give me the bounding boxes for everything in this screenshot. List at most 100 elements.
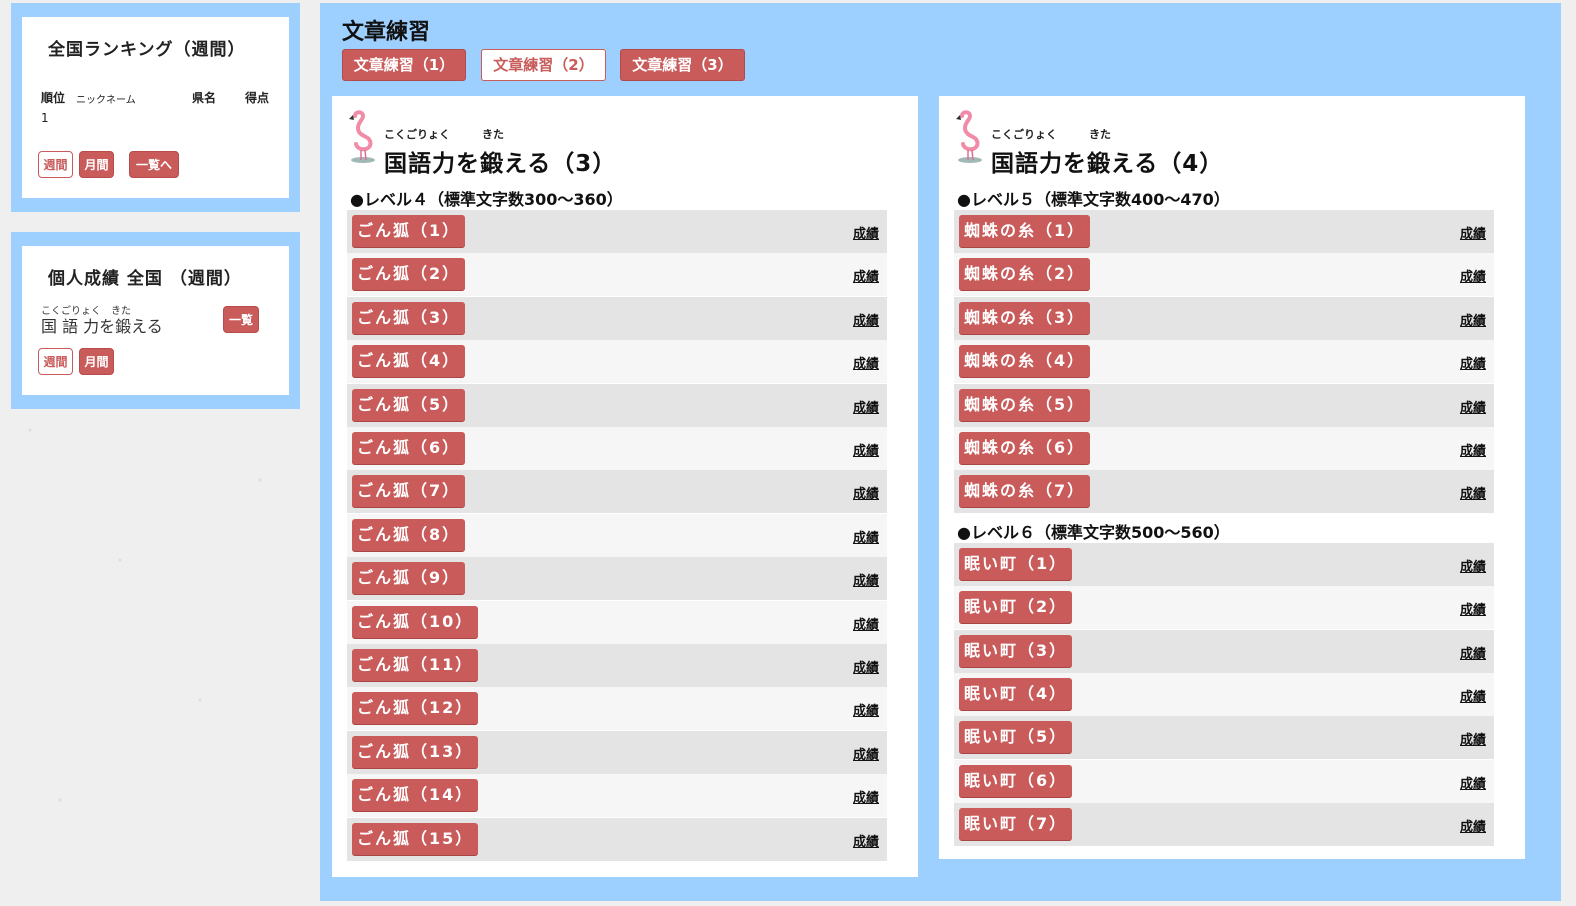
lesson-button[interactable]: 眠い町（4） — [959, 678, 1073, 710]
lesson-button[interactable]: 蜘蛛の糸（5） — [959, 388, 1091, 421]
lesson-button[interactable]: 眠い町（1） — [959, 547, 1073, 580]
lesson-row: ごん狐（7） 成績 — [347, 470, 887, 514]
lesson-row: 蜘蛛の糸（5） 成績 — [954, 383, 1494, 427]
lesson-row: 眠い町（2） 成績 — [954, 586, 1494, 630]
heading-ruby-a: こくごりょく — [384, 128, 450, 141]
rank-row: 1 — [41, 111, 49, 125]
lesson-button[interactable]: ごん狐（13） — [352, 735, 479, 768]
lesson-button[interactable]: ごん狐（11） — [352, 649, 479, 681]
lesson-button[interactable]: 眠い町（6） — [959, 764, 1073, 797]
lesson-button[interactable]: 眠い町（5） — [959, 721, 1073, 754]
prefecture-header: 県名 — [192, 91, 217, 105]
result-link[interactable]: 成績 — [1460, 483, 1486, 502]
result-link[interactable]: 成績 — [1460, 266, 1486, 285]
result-link[interactable]: 成績 — [1460, 397, 1486, 416]
weekly-button[interactable]: 週間 — [38, 151, 73, 178]
lesson-button[interactable]: 蜘蛛の糸（1） — [959, 215, 1091, 247]
lesson-row: ごん狐（14） 成績 — [347, 774, 887, 818]
lesson-button[interactable]: ごん狐（3） — [352, 301, 466, 334]
result-link[interactable]: 成績 — [1460, 686, 1486, 705]
lesson-button[interactable]: 眠い町（3） — [959, 634, 1073, 667]
heading-ruby-b: きた — [482, 128, 504, 141]
level-label: ●レベル４（標準文字数300～360） — [350, 190, 623, 209]
result-link[interactable]: 成績 — [853, 570, 879, 589]
result-link[interactable]: 成績 — [853, 831, 879, 850]
lesson-row: 蜘蛛の糸（7） 成績 — [954, 470, 1494, 514]
lesson-button[interactable]: 蜘蛛の糸（2） — [959, 258, 1091, 291]
lesson-row: ごん狐（9） 成績 — [347, 557, 887, 601]
result-link[interactable]: 成績 — [1460, 643, 1486, 662]
lesson-row: ごん狐（13） 成績 — [347, 730, 887, 774]
lesson-row: 蜘蛛の糸（6） 成績 — [954, 427, 1494, 470]
result-link[interactable]: 成績 — [853, 483, 879, 502]
result-link[interactable]: 成績 — [1460, 440, 1486, 459]
lesson-button[interactable]: ごん狐（1） — [352, 215, 466, 247]
result-link[interactable]: 成績 — [1460, 816, 1486, 835]
personal-score-box: 個人成績 全国 （週間） こくごりょく きた 国 語 力を鍛える 一覧 週間 月… — [11, 232, 300, 409]
result-link[interactable]: 成績 — [853, 657, 879, 676]
result-link[interactable]: 成績 — [1460, 353, 1486, 372]
lesson-button[interactable]: 蜘蛛の糸（6） — [959, 432, 1091, 464]
result-link[interactable]: 成績 — [1460, 223, 1486, 242]
flamingo-icon — [956, 110, 982, 163]
personal-monthly-button[interactable]: 月間 — [79, 348, 114, 375]
result-link[interactable]: 成績 — [853, 266, 879, 285]
result-link[interactable]: 成績 — [853, 700, 879, 719]
result-link[interactable]: 成績 — [853, 310, 879, 329]
lesson-button[interactable]: ごん狐（5） — [352, 388, 466, 421]
lesson-row: ごん狐（6） 成績 — [347, 427, 887, 470]
tab-practice-1[interactable]: 文章練習（1） — [342, 49, 466, 81]
result-link[interactable]: 成績 — [853, 527, 879, 546]
flamingo-icon — [349, 110, 375, 163]
lesson-row: ごん狐（15） 成績 — [347, 817, 887, 861]
lesson-row: ごん狐（12） 成績 — [347, 687, 887, 731]
personal-score-title: 個人成績 全国 （週間） — [48, 269, 242, 289]
heading-ruby-b: きた — [1089, 128, 1111, 141]
lesson-button[interactable]: ごん狐（9） — [352, 562, 466, 595]
result-link[interactable]: 成績 — [853, 223, 879, 242]
result-link[interactable]: 成績 — [853, 397, 879, 416]
monthly-button[interactable]: 月間 — [79, 151, 114, 178]
lesson-row: ごん狐（5） 成績 — [347, 383, 887, 427]
lesson-button[interactable]: 蜘蛛の糸（7） — [959, 475, 1091, 508]
result-link[interactable]: 成績 — [853, 440, 879, 459]
result-link[interactable]: 成績 — [853, 744, 879, 763]
result-link[interactable]: 成績 — [1460, 729, 1486, 748]
lesson-button[interactable]: ごん狐（8） — [352, 518, 466, 551]
result-link[interactable]: 成績 — [1460, 556, 1486, 575]
lesson-row: 眠い町（4） 成績 — [954, 673, 1494, 716]
result-link[interactable]: 成績 — [853, 353, 879, 372]
tab-practice-2[interactable]: 文章練習（2） — [481, 49, 606, 81]
result-link[interactable]: 成績 — [1460, 310, 1486, 329]
panel-heading: 国語力を鍛える（4） — [991, 151, 1224, 177]
result-link[interactable]: 成績 — [1460, 599, 1486, 618]
lesson-row: 蜘蛛の糸（4） 成績 — [954, 340, 1494, 384]
lesson-button[interactable]: 眠い町（7） — [959, 808, 1073, 841]
lesson-button[interactable]: ごん狐（12） — [352, 692, 479, 725]
result-link[interactable]: 成績 — [853, 614, 879, 633]
lesson-row: 眠い町（5） 成績 — [954, 716, 1494, 760]
lesson-row: ごん狐（4） 成績 — [347, 340, 887, 384]
lesson-row: ごん狐（10） 成績 — [347, 600, 887, 644]
result-link[interactable]: 成績 — [1460, 773, 1486, 792]
ranking-list-button[interactable]: 一覧へ — [129, 151, 179, 178]
lesson-button[interactable]: ごん狐（10） — [352, 605, 479, 638]
lesson-row: 蜘蛛の糸（2） 成績 — [954, 253, 1494, 297]
tab-practice-3[interactable]: 文章練習（3） — [620, 49, 745, 81]
lesson-button[interactable]: ごん狐（7） — [352, 475, 466, 508]
ranking-box: 全国ランキング（週間） 順位 ニックネーム 県名 得点 1 週間 月間 一覧へ — [11, 3, 300, 212]
lesson-button[interactable]: 眠い町（2） — [959, 591, 1073, 624]
personal-weekly-button[interactable]: 週間 — [38, 348, 73, 375]
personal-list-button[interactable]: 一覧 — [223, 306, 259, 333]
lesson-row: 蜘蛛の糸（1） 成績 — [954, 210, 1494, 253]
lesson-button[interactable]: 蜘蛛の糸（3） — [959, 301, 1091, 334]
result-link[interactable]: 成績 — [853, 787, 879, 806]
lesson-button[interactable]: ごん狐（15） — [352, 822, 479, 855]
lesson-button[interactable]: ごん狐（4） — [352, 345, 466, 378]
lesson-button[interactable]: ごん狐（2） — [352, 258, 466, 291]
rank-header: 順位 — [41, 91, 66, 105]
lesson-button[interactable]: 蜘蛛の糸（4） — [959, 345, 1091, 378]
lesson-button[interactable]: ごん狐（6） — [352, 432, 466, 464]
lesson-button[interactable]: ごん狐（14） — [352, 779, 479, 812]
lesson-row: 眠い町（7） 成績 — [954, 803, 1494, 847]
